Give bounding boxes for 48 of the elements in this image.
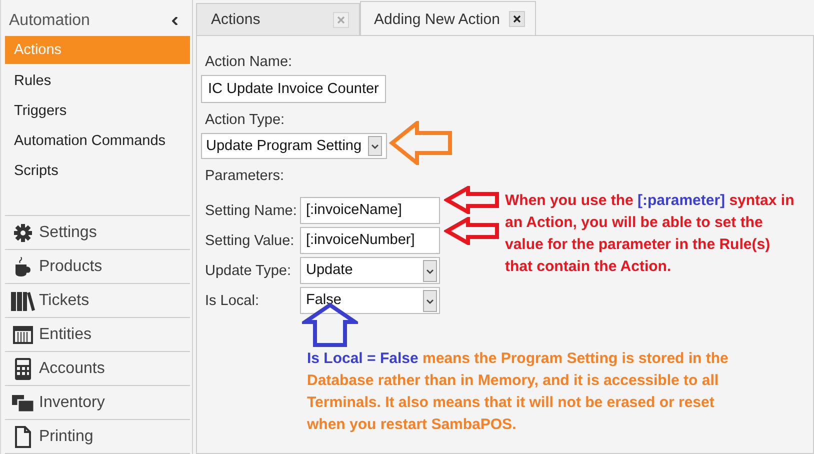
sidebar-item[interactable]: Automation Commands	[5, 126, 190, 156]
tab[interactable]: Actions	[196, 3, 360, 35]
chevron-icon	[423, 260, 437, 282]
sidebar-item[interactable]: Rules	[5, 66, 190, 96]
module-item[interactable]: Entities	[5, 318, 190, 352]
module-label: Inventory	[39, 394, 105, 412]
module-item[interactable]: Tickets	[5, 284, 190, 318]
module-item[interactable]: Inventory	[5, 386, 190, 420]
module-item[interactable]: Products	[5, 250, 190, 284]
collapse-icon[interactable]	[172, 17, 178, 25]
field-label: Action Type:	[204, 111, 286, 130]
module-label: Entities	[39, 326, 92, 344]
dropdown[interactable]: False	[300, 287, 440, 314]
arrow-icon	[444, 217, 500, 245]
module-label: Tickets	[39, 292, 90, 310]
tab[interactable]: Adding New Action	[360, 1, 536, 36]
annotation-text: When you use the [:parameter] syntax in an Action, you will be able to set the value for the parameter in the Rule(s) that contain the Action.	[505, 191, 796, 277]
action-name-field[interactable]: IC Update Invoice Counter	[201, 75, 386, 103]
field-label: Update Type:	[204, 262, 292, 278]
field-label: Setting Name:	[204, 202, 298, 218]
field-label: Setting Value:	[204, 232, 296, 248]
stacked-squares-icon	[11, 392, 35, 412]
module-label: Printing	[39, 428, 94, 446]
action-type-dropdown[interactable]: Update Program Setting	[201, 133, 387, 159]
register-icon	[11, 324, 35, 344]
chevron-icon	[368, 136, 382, 156]
section-label: Parameters:	[204, 167, 285, 186]
chevron-icon	[423, 290, 437, 312]
sidebar-title: Automation	[9, 12, 90, 30]
text-field[interactable]: [:invoiceNumber]	[300, 227, 440, 254]
module-item[interactable]: Settings	[5, 216, 190, 250]
arrow-icon	[389, 121, 453, 165]
close-icon[interactable]	[509, 11, 525, 27]
field-label: Is Local:	[204, 292, 260, 308]
module-item[interactable]: Accounts	[5, 352, 190, 386]
gear-icon	[11, 222, 35, 242]
dropdown[interactable]: Update	[300, 257, 440, 284]
module-item[interactable]: Printing	[5, 420, 190, 454]
text-field[interactable]: [:invoiceName]	[300, 197, 440, 224]
module-label: Products	[39, 258, 102, 276]
field-label: Action Name:	[204, 53, 294, 72]
arrow-icon	[444, 186, 500, 214]
sidebar-item[interactable]: Scripts	[5, 156, 190, 186]
sidebar-item[interactable]: Triggers	[5, 96, 190, 126]
module-label: Settings	[39, 224, 97, 242]
module-label: Accounts	[39, 360, 105, 378]
annotation-text: Is Local = False means the Program Setting is stored in the Database rather than in Memory, and it is accessible to all Terminals. It also means that it will not be erased or reset when you restart SambaPOS.	[307, 349, 730, 435]
books-icon	[11, 290, 35, 310]
